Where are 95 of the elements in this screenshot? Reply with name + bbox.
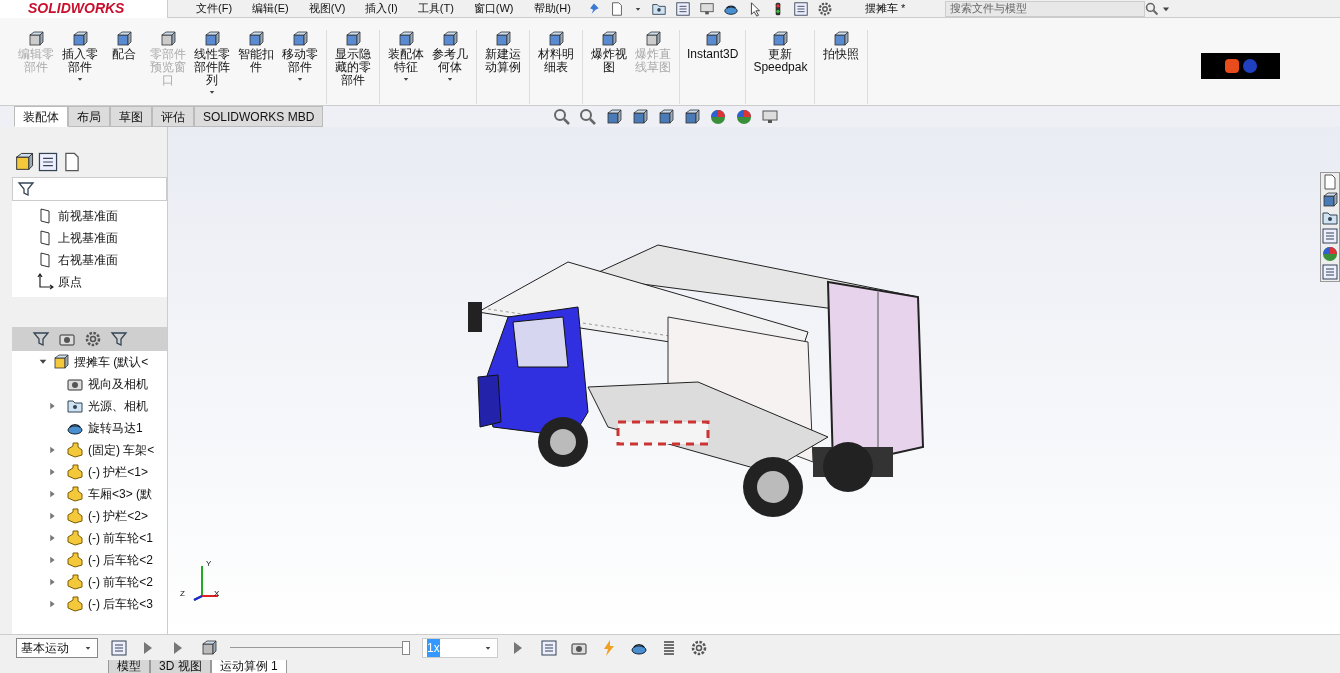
- filter-icon[interactable]: [17, 180, 35, 198]
- ball-icon[interactable]: [1321, 245, 1339, 263]
- tool-icon: [771, 30, 790, 48]
- ribbon-button[interactable]: 参考几何体: [428, 30, 472, 104]
- ribbon-button[interactable]: Instant3D: [684, 30, 742, 104]
- ribbon-button[interactable]: 移动零部件: [278, 30, 322, 104]
- assembly-icon: [52, 353, 70, 371]
- document-title: 摆摊车 *: [864, 1, 906, 17]
- tree-item[interactable]: 旋转马达1: [88, 419, 143, 437]
- tree-item[interactable]: (-) 护栏<1>: [88, 463, 148, 481]
- tool-icon: [703, 30, 722, 48]
- ribbon-tab[interactable]: 布局: [68, 106, 110, 127]
- tool-icon: [832, 30, 851, 48]
- ribbon-button[interactable]: 装配体特征: [384, 30, 428, 104]
- property-icon[interactable]: [36, 151, 60, 173]
- origin-icon: [36, 273, 54, 291]
- tree-item[interactable]: (-) 后车轮<3: [88, 595, 153, 613]
- tool-icon: [27, 30, 45, 48]
- tree-item[interactable]: 前视基准面: [58, 207, 118, 225]
- ribbon-tab[interactable]: 装配体: [14, 106, 68, 127]
- zoom-fit-icon[interactable]: [553, 107, 572, 126]
- tool-icon: [441, 30, 459, 48]
- axis-label: Z: [180, 588, 185, 600]
- ribbon-button[interactable]: 插入零部件: [58, 30, 102, 104]
- input-method-toolbar[interactable]: [1201, 53, 1280, 79]
- tree-item[interactable]: (固定) 车架<: [88, 441, 155, 459]
- ribbon-button[interactable]: 拍快照: [819, 30, 864, 104]
- study-type-dropdown[interactable]: 基本运动: [16, 637, 98, 658]
- tool-icon: [247, 30, 265, 48]
- search-icon[interactable]: [1145, 1, 1160, 16]
- view-tab[interactable]: 运动算例 1: [210, 660, 287, 673]
- ribbon-button[interactable]: 爆炸视图: [587, 30, 631, 104]
- ribbon-button[interactable]: 更新Speedpak: [750, 30, 811, 104]
- tool-icon: [547, 30, 565, 48]
- folder-icon: [66, 397, 84, 415]
- ribbon-button[interactable]: 线性零部件阵列: [190, 30, 234, 104]
- tool-icon: [203, 30, 221, 48]
- tool-icon: [344, 30, 362, 48]
- part-icon: [66, 441, 84, 459]
- ribbon-tab[interactable]: 评估: [152, 106, 194, 127]
- filter-icon[interactable]: [32, 330, 50, 348]
- tool-icon: [71, 30, 89, 48]
- part-icon: [66, 551, 84, 569]
- monitor-icon[interactable]: [761, 107, 780, 126]
- part-icon: [66, 573, 84, 591]
- tree-item[interactable]: 上视基准面: [58, 229, 118, 247]
- tool-icon: [644, 30, 662, 48]
- part-icon: [66, 507, 84, 525]
- ribbon-tab[interactable]: 草图: [110, 106, 152, 127]
- tool-icon: [159, 30, 177, 48]
- tree-item[interactable]: (-) 后车轮<2: [88, 551, 153, 569]
- ribbon-button[interactable]: 显示隐藏的零部件: [331, 30, 375, 104]
- menu-item[interactable]: 文件(F): [196, 0, 233, 17]
- tree-item[interactable]: 摆摊车 (默认<: [74, 353, 149, 371]
- ribbon-tab[interactable]: SOLIDWORKS MBD: [194, 106, 324, 127]
- ribbon-button[interactable]: 智能扣件: [234, 30, 278, 104]
- gear-icon[interactable]: [84, 330, 102, 348]
- view-tab[interactable]: 3D 视图: [150, 660, 211, 673]
- tool-icon: [397, 30, 415, 48]
- ribbon-button[interactable]: 配合: [102, 30, 146, 104]
- tree-item[interactable]: 右视基准面: [58, 251, 118, 269]
- tree-item[interactable]: (-) 护栏<2>: [88, 507, 148, 525]
- tree-item[interactable]: 车厢<3> (默: [88, 485, 153, 503]
- timeline-slider[interactable]: [230, 640, 410, 655]
- tool-icon: [115, 30, 133, 48]
- part-icon: [66, 529, 84, 547]
- part-icon: [66, 463, 84, 481]
- filter-icon[interactable]: [110, 330, 128, 348]
- tree-item[interactable]: (-) 前车轮<2: [88, 573, 153, 591]
- menu-item[interactable]: 窗口(W): [473, 0, 514, 17]
- menu-item[interactable]: 插入(I): [365, 0, 398, 17]
- app-logo: SOLIDWORKS: [0, 0, 168, 18]
- ribbon-button[interactable]: 材料明细表: [534, 30, 578, 104]
- tree-item[interactable]: 光源、相机: [88, 397, 148, 415]
- menu-item[interactable]: 编辑(E): [252, 0, 289, 17]
- axis-label: Y: [206, 558, 212, 570]
- menu-item[interactable]: 工具(T): [417, 0, 454, 17]
- tool-icon: [291, 30, 309, 48]
- box-icon[interactable]: [1321, 191, 1339, 209]
- view-tab[interactable]: 模型: [108, 660, 150, 673]
- menu-item[interactable]: 帮助(H): [533, 0, 571, 17]
- part-icon: [66, 595, 84, 613]
- ribbon-button[interactable]: 新建运动算例: [481, 30, 525, 104]
- tree-item[interactable]: (-) 前车轮<1: [88, 529, 153, 547]
- tree-item[interactable]: 视向及相机: [88, 375, 148, 393]
- tool-icon: [494, 30, 512, 48]
- part-icon: [66, 485, 84, 503]
- zoom-area-icon[interactable]: [579, 107, 598, 126]
- list-icon[interactable]: [792, 0, 809, 17]
- menu-item[interactable]: 视图(V): [308, 0, 346, 17]
- axis-label: X: [214, 588, 220, 600]
- folder-icon[interactable]: [1321, 209, 1339, 227]
- tree-item[interactable]: 原点: [58, 273, 82, 291]
- search-field[interactable]: 搜索文件与模型: [945, 0, 1146, 17]
- tool-icon: [600, 30, 618, 48]
